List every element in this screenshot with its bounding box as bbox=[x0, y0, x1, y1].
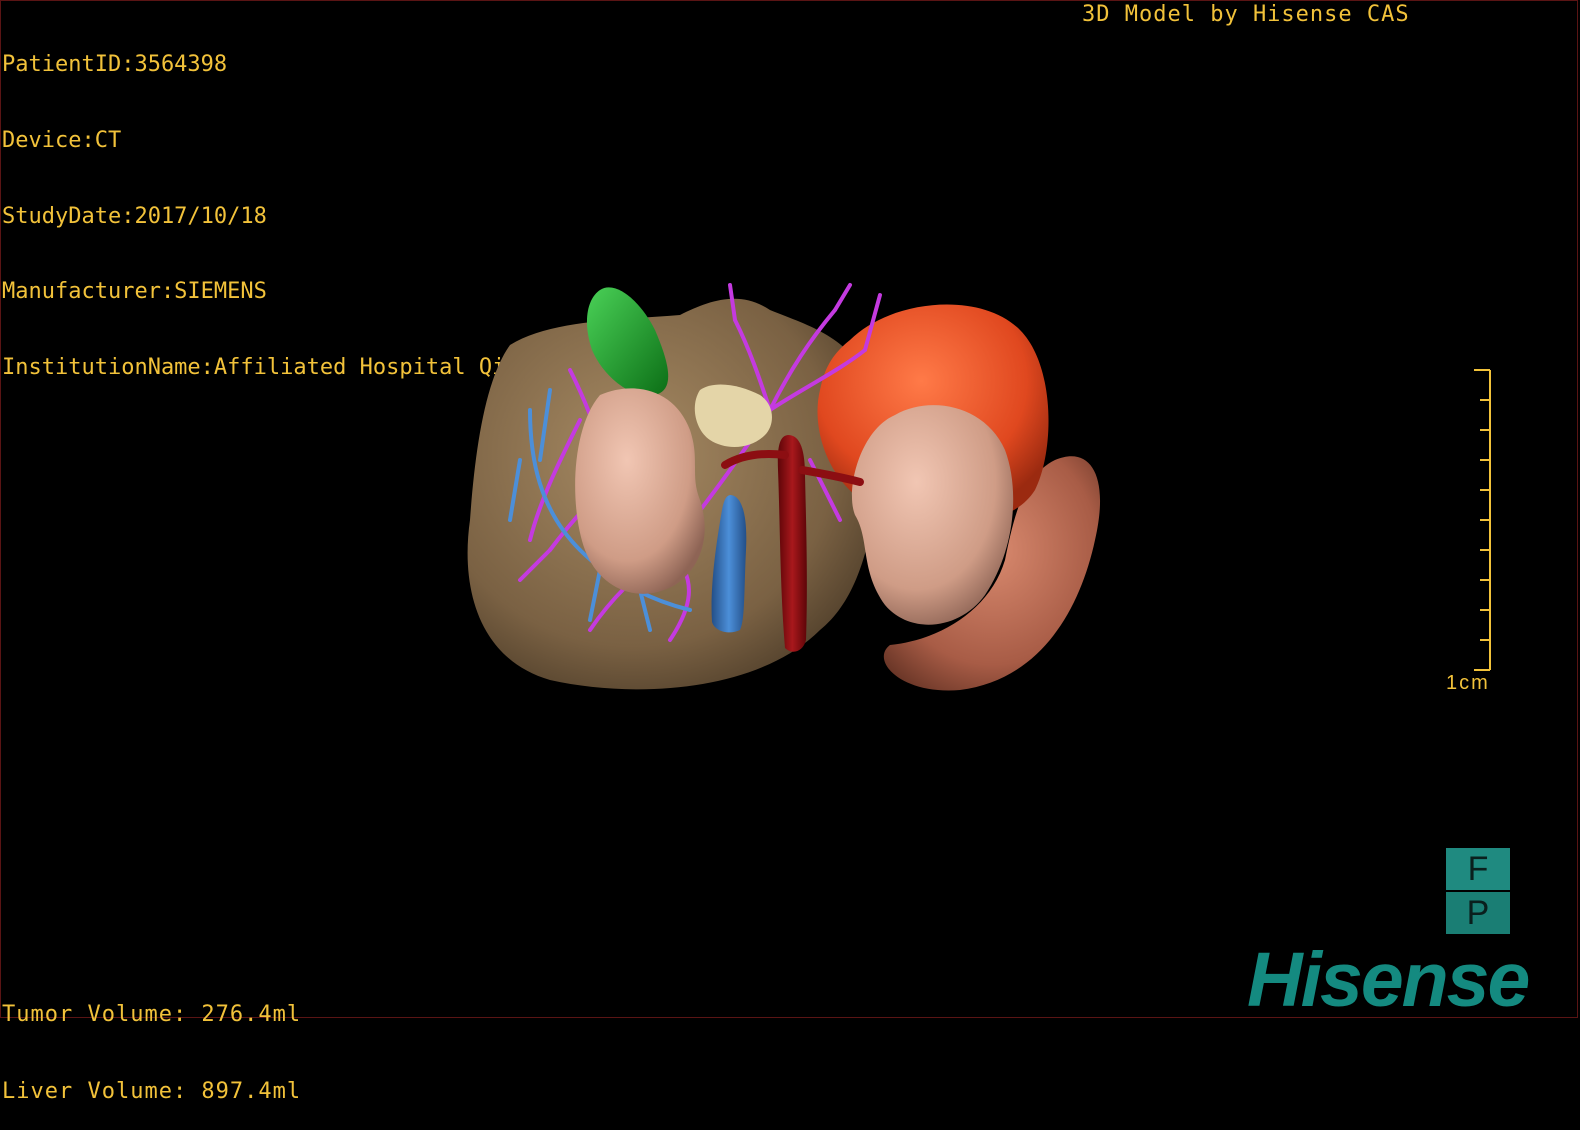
tumor-volume-label: Tumor Volume: 276.4ml bbox=[2, 1002, 302, 1027]
orientation-posterior-label: P bbox=[1446, 892, 1510, 934]
volume-readouts: Tumor Volume: 276.4ml Liver Volume: 897.… bbox=[2, 951, 301, 1130]
scale-label: 1cm bbox=[1446, 672, 1490, 694]
device-label: Device:CT bbox=[2, 128, 122, 154]
scale-bar bbox=[1474, 369, 1491, 671]
right-kidney-model bbox=[851, 405, 1014, 625]
orientation-marker[interactable]: F P bbox=[1446, 848, 1510, 936]
study-date-label: StudyDate:2017/10/18 bbox=[2, 203, 267, 229]
liver-volume-label: Liver Volume: 897.4ml bbox=[2, 1078, 302, 1104]
orientation-front-label: F bbox=[1446, 848, 1510, 890]
hisense-logo: Hisense bbox=[1247, 937, 1530, 1023]
patient-id-label: PatientID:3564398 bbox=[2, 52, 228, 78]
model-credit-label: 3D Model by Hisense CAS bbox=[1082, 2, 1410, 27]
3d-model-viewport[interactable] bbox=[440, 260, 1160, 720]
